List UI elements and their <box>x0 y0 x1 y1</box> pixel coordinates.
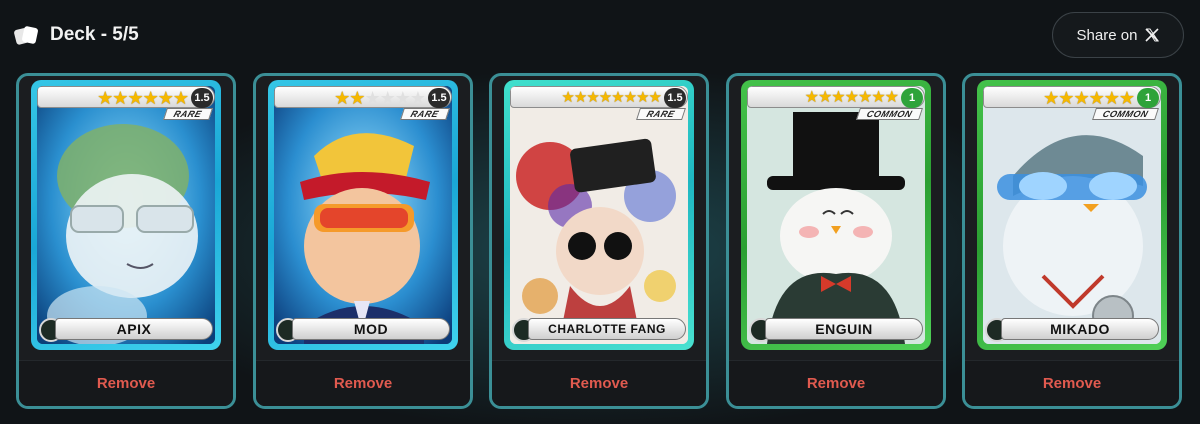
card-name: CHARLOTTE FANG <box>528 318 686 340</box>
rarity-tag: COMMON <box>1092 108 1159 120</box>
remove-button[interactable]: Remove <box>807 375 865 392</box>
star-rating: ★★★★★★★ <box>804 89 899 106</box>
deck-card-list: ★★★★★★ 1.5 RARE APIX Remove ★★★★★★ 1.5 R… <box>16 73 1184 409</box>
card-frame: ★★★★★★ 1.5 RARE MOD <box>274 86 452 344</box>
card-frame: ★★★★★★ 1 COMMON MIKADO <box>983 86 1161 344</box>
star-bar: ★★★★★★ 1.5 <box>274 86 452 108</box>
rarity-tag: RARE <box>400 108 450 120</box>
rarity-tag: COMMON <box>856 108 923 120</box>
x-logo-icon <box>1145 28 1160 42</box>
star-bar: ★★★★★★ 1 <box>983 86 1161 108</box>
card-mikado[interactable]: ★★★★★★ 1 COMMON MIKADO <box>977 80 1167 350</box>
card-name: APIX <box>55 318 213 340</box>
card-art-mikado <box>983 86 1161 344</box>
star-rating: ★★★★★★ <box>97 88 189 108</box>
remove-button[interactable]: Remove <box>1043 375 1101 392</box>
level-badge: 1 <box>901 88 923 108</box>
star-bar: ★★★★★★★★ 1.5 <box>510 86 688 108</box>
header: Deck - 5/5 Share on <box>0 0 1200 70</box>
deck-slot: ★★★★★★ 1.5 RARE APIX Remove <box>16 73 236 409</box>
remove-row: Remove <box>256 360 470 406</box>
card-frame: ★★★★★★★ 1 COMMON ENGUIN <box>747 86 925 344</box>
card-art-charlotte-fang <box>510 86 688 344</box>
card-name: MIKADO <box>1001 318 1159 340</box>
deck-slot: ★★★★★★★ 1 COMMON ENGUIN Remove <box>726 73 946 409</box>
card-mod[interactable]: ★★★★★★ 1.5 RARE MOD <box>268 80 458 350</box>
level-badge: 1.5 <box>428 88 450 108</box>
share-on-x-button[interactable]: Share on <box>1052 12 1184 58</box>
card-art-enguin <box>747 86 925 344</box>
star-rating: ★★★★★★ <box>334 88 426 108</box>
card-name: ENGUIN <box>765 318 923 340</box>
cards-stack-icon <box>14 26 38 45</box>
star-bar: ★★★★★★ 1.5 <box>37 86 215 108</box>
deck-title: Deck - 5/5 <box>50 24 139 45</box>
card-frame: ★★★★★★★★ 1.5 RARE CHARLOTTE FANG <box>510 86 688 344</box>
deck-slot: ★★★★★★★★ 1.5 RARE CHARLOTTE FANG Remove <box>489 73 709 409</box>
card-enguin[interactable]: ★★★★★★★ 1 COMMON ENGUIN <box>741 80 931 350</box>
remove-row: Remove <box>492 360 706 406</box>
remove-button[interactable]: Remove <box>570 375 628 392</box>
remove-button[interactable]: Remove <box>334 375 392 392</box>
remove-row: Remove <box>19 360 233 406</box>
card-art-apix <box>37 86 215 344</box>
level-badge: 1 <box>1137 88 1159 108</box>
deck-slot: ★★★★★★ 1.5 RARE MOD Remove <box>253 73 473 409</box>
card-charlotte-fang[interactable]: ★★★★★★★★ 1.5 RARE CHARLOTTE FANG <box>504 80 694 350</box>
rarity-tag: RARE <box>636 108 686 120</box>
level-badge: 1.5 <box>191 88 213 108</box>
share-label: Share on <box>1076 26 1138 44</box>
level-badge: 1.5 <box>664 88 686 108</box>
star-rating: ★★★★★★ <box>1043 88 1135 108</box>
card-art-mod <box>274 86 452 344</box>
star-rating: ★★★★★★★★ <box>561 89 662 106</box>
remove-row: Remove <box>729 360 943 406</box>
card-frame: ★★★★★★ 1.5 RARE APIX <box>37 86 215 344</box>
deck-slot: ★★★★★★ 1 COMMON MIKADO Remove <box>962 73 1182 409</box>
rarity-tag: RARE <box>163 108 213 120</box>
star-bar: ★★★★★★★ 1 <box>747 86 925 108</box>
card-apix[interactable]: ★★★★★★ 1.5 RARE APIX <box>31 80 221 350</box>
remove-button[interactable]: Remove <box>97 375 155 392</box>
remove-row: Remove <box>965 360 1179 406</box>
card-name: MOD <box>292 318 450 340</box>
